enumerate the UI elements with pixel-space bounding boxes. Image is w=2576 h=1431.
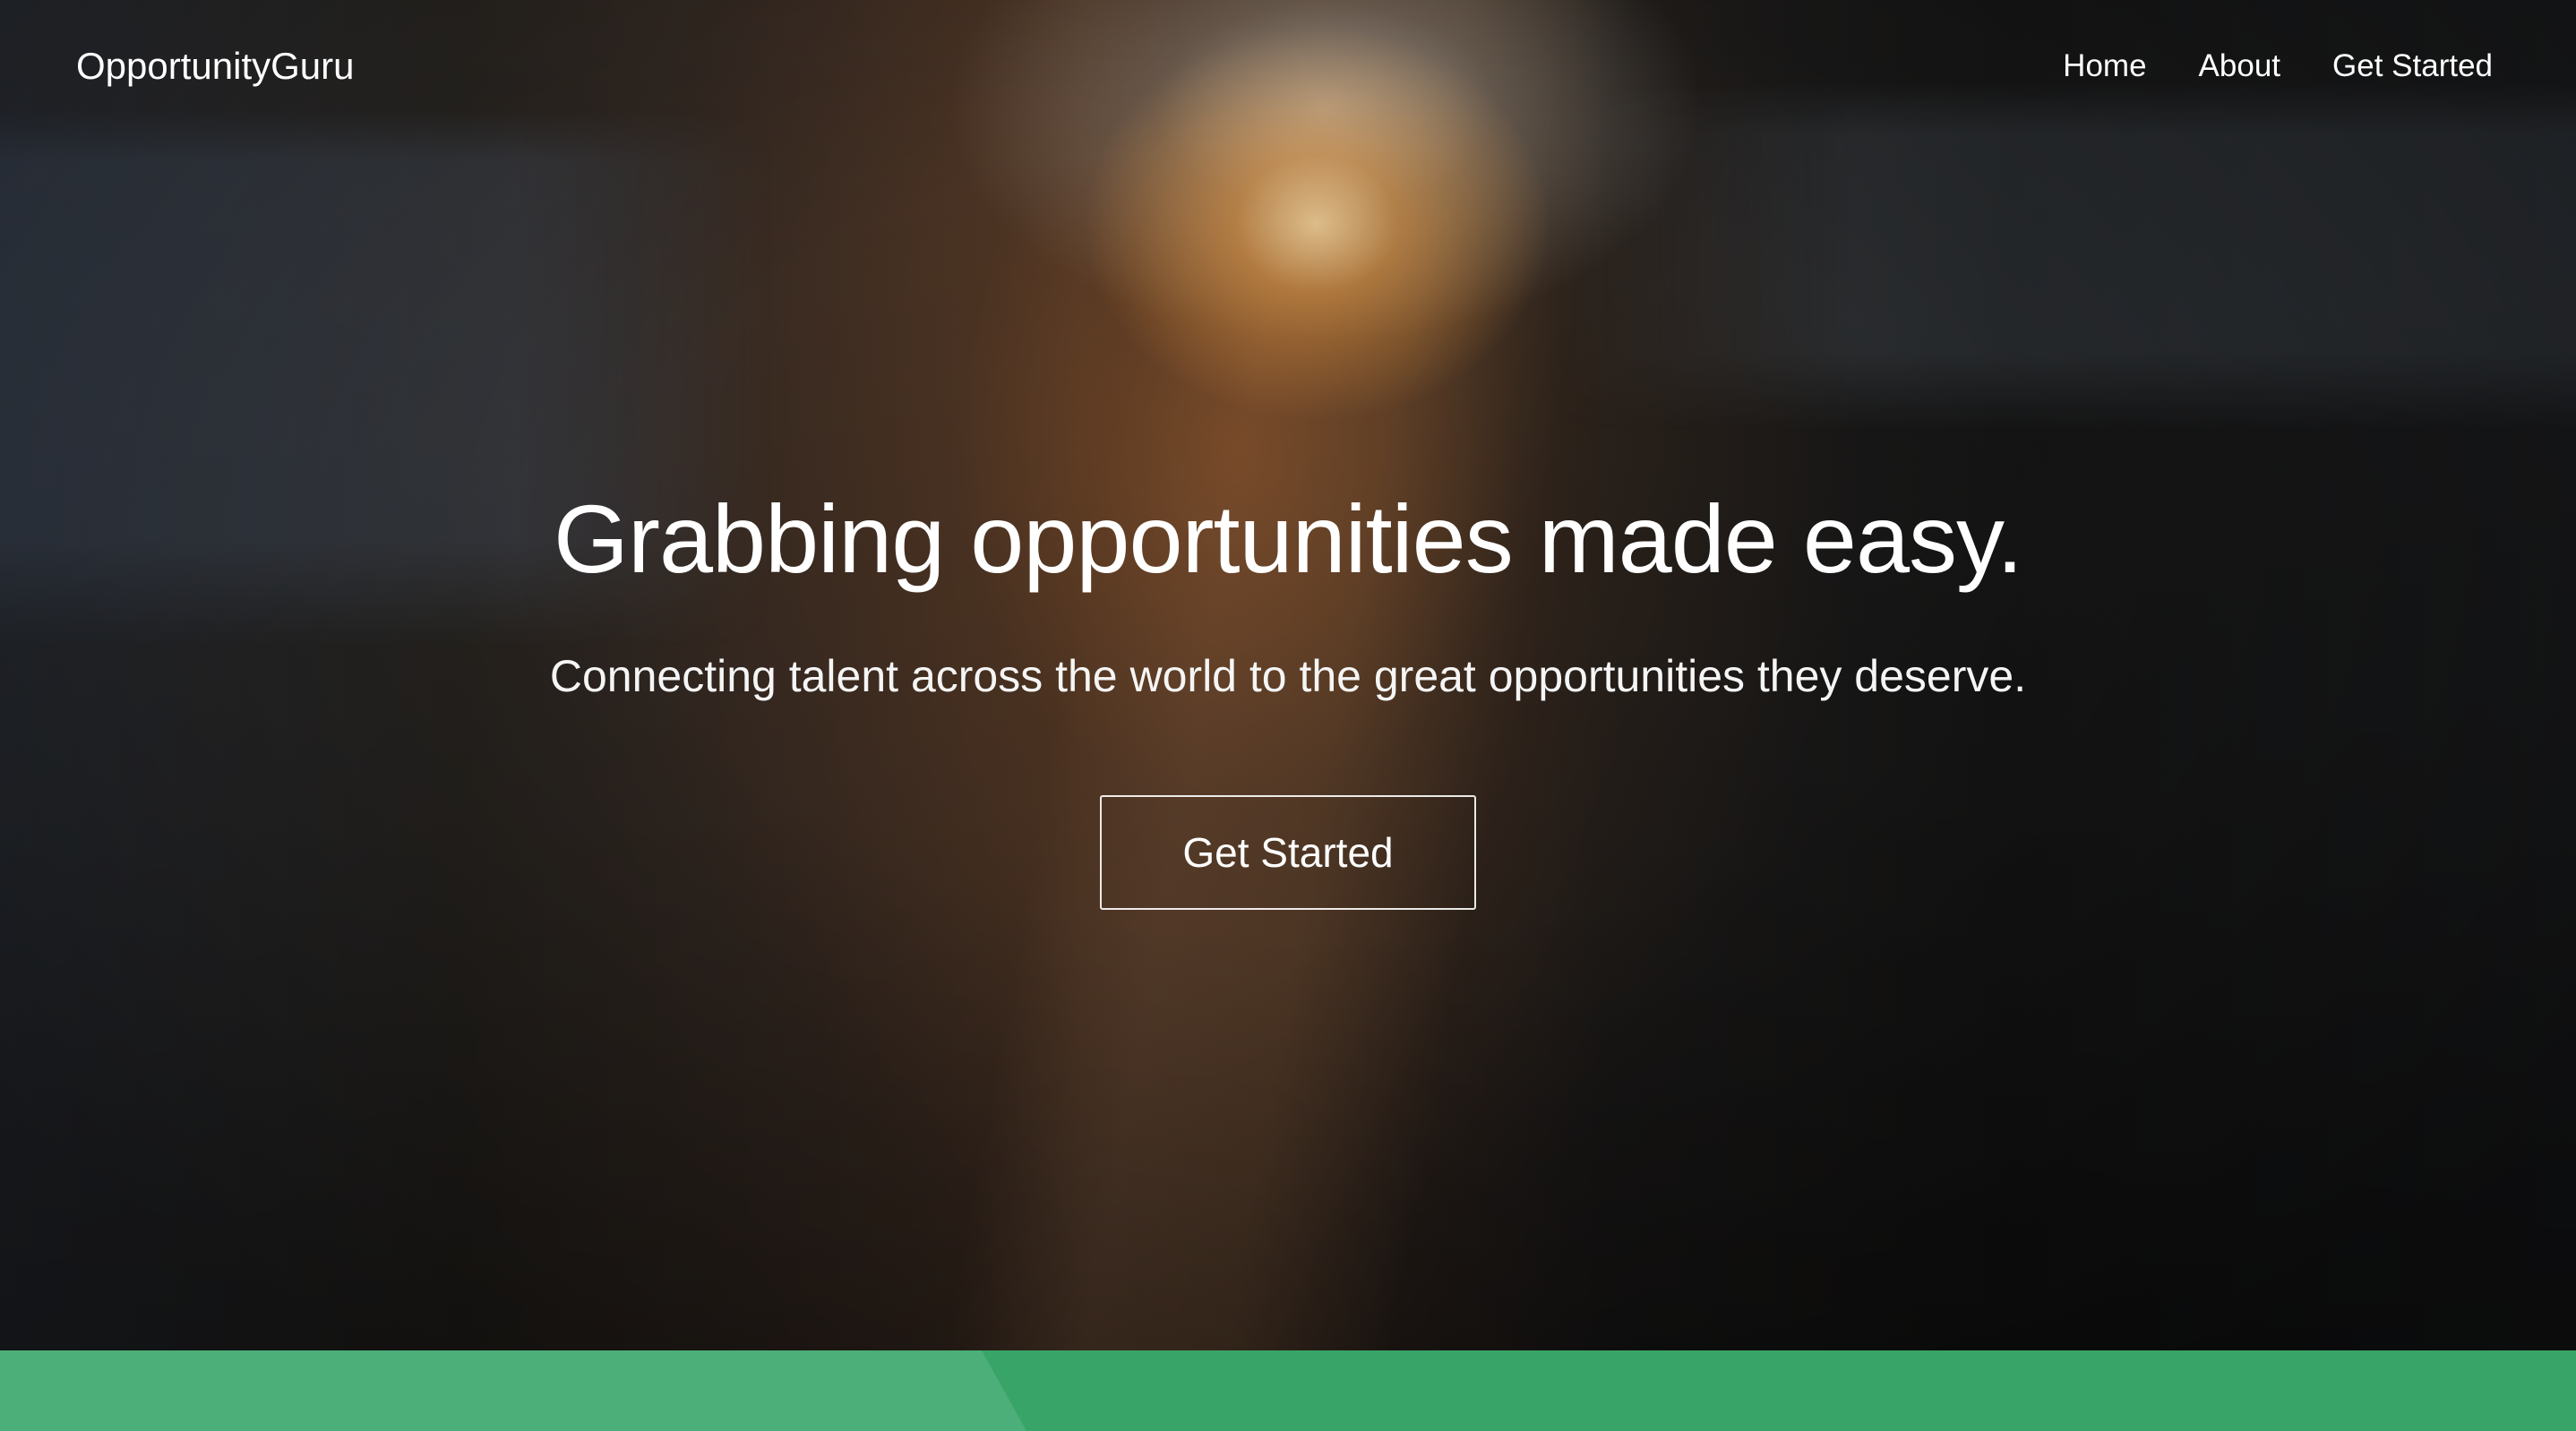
hero-headline: Grabbing opportunities made easy. [554,484,2023,593]
nav-link-about[interactable]: About [2199,39,2280,93]
cta-container: Get Started [0,795,2576,910]
nav-links: Home About Get Started [2063,39,2493,93]
brand-logo-link[interactable]: OpportunityGuru [76,39,355,93]
hero-section: OpportunityGuru Home About Get Started G… [0,0,2576,1350]
nav-link-get-started[interactable]: Get Started [2332,39,2493,93]
green-band-accent [0,1350,1026,1431]
top-navbar: OpportunityGuru Home About Get Started [0,0,2576,134]
nav-link-home[interactable]: Home [2063,39,2146,93]
hero-subheadline: Connecting talent across the world to th… [549,651,2027,701]
green-section-band [0,1350,2576,1431]
get-started-button[interactable]: Get Started [1100,795,1476,910]
